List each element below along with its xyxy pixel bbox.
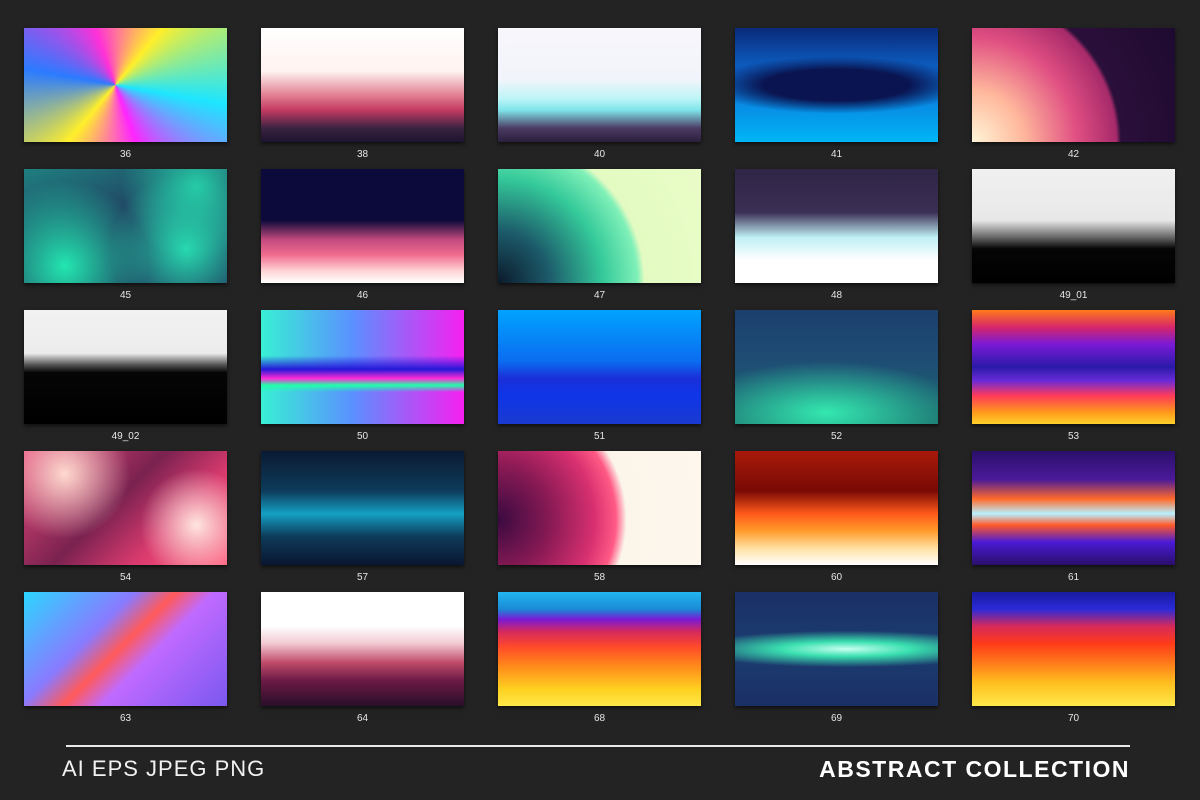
collection-title: ABSTRACT COLLECTION	[819, 756, 1130, 782]
thumbnail-label: 50	[356, 431, 369, 442]
thumbnail-label: 52	[830, 431, 843, 442]
thumbnail-label: 70	[1067, 713, 1080, 724]
thumbnail-60[interactable]	[735, 451, 938, 565]
thumbnail-61[interactable]	[972, 451, 1175, 565]
thumbnail-label: 60	[830, 572, 843, 583]
thumbnail-42[interactable]	[972, 28, 1175, 142]
thumbnail-label: 36	[119, 149, 132, 160]
thumbnail-63[interactable]	[24, 592, 227, 706]
thumbnail-label: 40	[593, 149, 606, 160]
thumbnail-label: 41	[830, 149, 843, 160]
thumbnail-40[interactable]	[498, 28, 701, 142]
thumbnail-58[interactable]	[498, 451, 701, 565]
thumbnail-69[interactable]	[735, 592, 938, 706]
thumbnail-label: 58	[593, 572, 606, 583]
thumbnail-45[interactable]	[24, 169, 227, 283]
thumbnail-label: 57	[356, 572, 369, 583]
thumbnail-64[interactable]	[261, 592, 464, 706]
thumbnail-49_01[interactable]	[972, 169, 1175, 283]
thumbnail-53[interactable]	[972, 310, 1175, 424]
thumbnail-46[interactable]	[261, 169, 464, 283]
thumbnail-label: 38	[356, 149, 369, 160]
thumbnail-grid: 36 38 40 41 42 45 46 47 48 49_01 49_02 50 51 52 53 54 57…	[0, 0, 1200, 740]
thumbnail-49_02[interactable]	[24, 310, 227, 424]
thumbnail-label: 61	[1067, 572, 1080, 583]
thumbnail-57[interactable]	[261, 451, 464, 565]
thumbnail-label: 63	[119, 713, 132, 724]
thumbnail-68[interactable]	[498, 592, 701, 706]
thumbnail-47[interactable]	[498, 169, 701, 283]
thumbnail-70[interactable]	[972, 592, 1175, 706]
thumbnail-label: 45	[119, 290, 132, 301]
footer-divider	[66, 745, 1130, 747]
thumbnail-label: 49_01	[1059, 290, 1088, 301]
thumbnail-label: 54	[119, 572, 132, 583]
thumbnail-38[interactable]	[261, 28, 464, 142]
thumbnail-52[interactable]	[735, 310, 938, 424]
thumbnail-label: 51	[593, 431, 606, 442]
thumbnail-label: 69	[830, 713, 843, 724]
thumbnail-label: 64	[356, 713, 369, 724]
thumbnail-41[interactable]	[735, 28, 938, 142]
thumbnail-label: 47	[593, 290, 606, 301]
thumbnail-48[interactable]	[735, 169, 938, 283]
thumbnail-36[interactable]	[24, 28, 227, 142]
thumbnail-label: 49_02	[111, 431, 140, 442]
file-formats-label: AI EPS JPEG PNG	[62, 756, 266, 781]
thumbnail-label: 68	[593, 713, 606, 724]
thumbnail-label: 53	[1067, 431, 1080, 442]
thumbnail-label: 46	[356, 290, 369, 301]
thumbnail-51[interactable]	[498, 310, 701, 424]
thumbnail-54[interactable]	[24, 451, 227, 565]
thumbnail-50[interactable]	[261, 310, 464, 424]
thumbnail-label: 42	[1067, 149, 1080, 160]
thumbnail-label: 48	[830, 290, 843, 301]
